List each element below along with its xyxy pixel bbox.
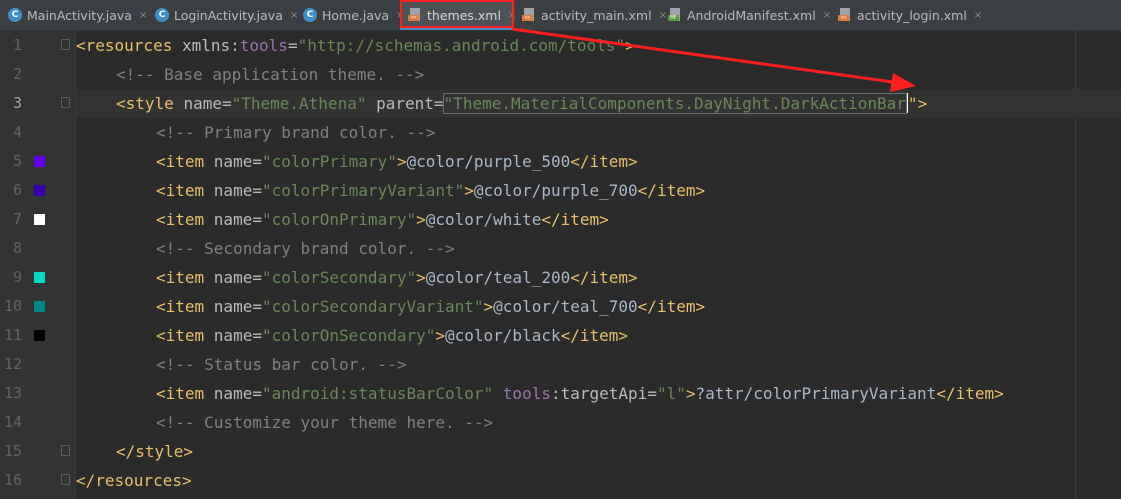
close-icon[interactable]: × xyxy=(974,10,982,21)
color-swatch-icon[interactable] xyxy=(34,156,45,167)
code-line: 5 <item name="colorPrimary">@color/purpl… xyxy=(0,147,1121,176)
tab-label: activity_login.xml xyxy=(857,7,967,23)
tab-label: Home.java xyxy=(322,7,390,23)
tab-home-java[interactable]: C Home.java × xyxy=(295,0,404,30)
code-text: <resources xmlns:tools="http://schemas.a… xyxy=(76,36,635,55)
code-text: <item name="colorOnSecondary">@color/bla… xyxy=(156,326,629,345)
java-class-icon: C xyxy=(8,8,22,22)
line-number: 2 xyxy=(12,65,22,83)
code-text: <style name="Theme.Athena" parent="Theme… xyxy=(116,93,928,114)
code-text: <!-- Secondary brand color. --> xyxy=(156,239,455,258)
code-line: 11 <item name="colorOnSecondary">@color/… xyxy=(0,321,1121,350)
code-text: <item name="colorOnPrimary">@color/white… xyxy=(156,210,609,229)
fold-icon[interactable] xyxy=(61,445,70,456)
xml-file-icon: <> xyxy=(408,8,422,22)
line-number: 9 xyxy=(12,268,22,286)
color-swatch-icon[interactable] xyxy=(34,301,45,312)
line-number: 13 xyxy=(3,384,22,402)
code-line: 8 <!-- Secondary brand color. --> xyxy=(0,234,1121,263)
code-line: 6 <item name="colorPrimaryVariant">@colo… xyxy=(0,176,1121,205)
line-number: 16 xyxy=(3,471,22,489)
line-number: 1 xyxy=(12,36,22,54)
line-number: 5 xyxy=(12,152,22,170)
line-number: 6 xyxy=(12,181,22,199)
tab-label: MainActivity.java xyxy=(27,7,132,23)
tab-activity-login-xml[interactable]: <> activity_login.xml × xyxy=(830,0,990,30)
java-class-icon: C xyxy=(155,8,169,22)
line-number: 11 xyxy=(3,326,22,344)
manifest-file-icon: MF xyxy=(668,8,682,22)
code-text: <!-- Primary brand color. --> xyxy=(156,123,436,142)
tab-label: AndroidManifest.xml xyxy=(687,7,816,23)
code-line: 4 <!-- Primary brand color. --> xyxy=(0,118,1121,147)
fold-icon[interactable] xyxy=(61,39,70,50)
line-number: 4 xyxy=(12,123,22,141)
code-text: <item name="colorPrimaryVariant">@color/… xyxy=(156,181,706,200)
code-line: 13 <item name="android:statusBarColor" t… xyxy=(0,379,1121,408)
code-line: 14 <!-- Customize your theme here. --> xyxy=(0,408,1121,437)
code-text: </style> xyxy=(116,442,194,461)
code-text: <item name="colorSecondary">@color/teal_… xyxy=(156,268,638,287)
code-line: 12 <!-- Status bar color. --> xyxy=(0,350,1121,379)
line-number: 10 xyxy=(3,297,22,315)
line-number: 15 xyxy=(3,442,22,460)
code-text: <!-- Base application theme. --> xyxy=(116,65,425,84)
xml-file-icon: <> xyxy=(838,8,852,22)
line-number: 7 xyxy=(12,210,22,228)
line-number: 12 xyxy=(3,355,22,373)
line-number: 3 xyxy=(12,94,22,112)
fold-icon[interactable] xyxy=(61,97,70,108)
code-line: 2 <!-- Base application theme. --> xyxy=(0,60,1121,89)
code-line: 16 </resources> xyxy=(0,466,1121,495)
color-swatch-icon[interactable] xyxy=(34,214,45,225)
code-line: 1 <resources xmlns:tools="http://schemas… xyxy=(0,31,1121,60)
code-text: <!-- Customize your theme here. --> xyxy=(156,413,494,432)
code-line: 7 <item name="colorOnPrimary">@color/whi… xyxy=(0,205,1121,234)
tab-loginactivity-java[interactable]: C LoginActivity.java × xyxy=(147,0,298,30)
code-line: 10 <item name="colorSecondaryVariant">@c… xyxy=(0,292,1121,321)
code-line: 9 <item name="colorSecondary">@color/tea… xyxy=(0,263,1121,292)
line-number: 14 xyxy=(3,413,22,431)
tab-label: themes.xml xyxy=(427,7,501,23)
color-swatch-icon[interactable] xyxy=(34,272,45,283)
editor-tab-bar: C MainActivity.java × C LoginActivity.ja… xyxy=(0,0,1121,31)
code-line: 15 </style> xyxy=(0,437,1121,466)
code-text: <item name="colorSecondaryVariant">@colo… xyxy=(156,297,706,316)
code-text: <item name="android:statusBarColor" tool… xyxy=(156,384,1004,403)
tab-androidmanifest-xml[interactable]: MF AndroidManifest.xml × xyxy=(660,0,831,30)
color-swatch-icon[interactable] xyxy=(34,185,45,196)
line-number: 8 xyxy=(12,239,22,257)
code-line-current: 3 <style name="Theme.Athena" parent="The… xyxy=(0,89,1121,118)
tab-mainactivity-java[interactable]: C MainActivity.java × xyxy=(0,0,147,30)
xml-file-icon: <> xyxy=(522,8,536,22)
code-text: <!-- Status bar color. --> xyxy=(156,355,407,374)
code-text: </resources> xyxy=(76,471,192,490)
tab-label: activity_main.xml xyxy=(541,7,652,23)
tab-activity-main-xml[interactable]: <> activity_main.xml × xyxy=(514,0,667,30)
code-text: <item name="colorPrimary">@color/purple_… xyxy=(156,152,638,171)
java-class-icon: C xyxy=(303,8,317,22)
fold-icon[interactable] xyxy=(61,474,70,485)
tab-themes-xml[interactable]: <> themes.xml × xyxy=(400,0,516,30)
tab-label: LoginActivity.java xyxy=(174,7,283,23)
color-swatch-icon[interactable] xyxy=(34,330,45,341)
